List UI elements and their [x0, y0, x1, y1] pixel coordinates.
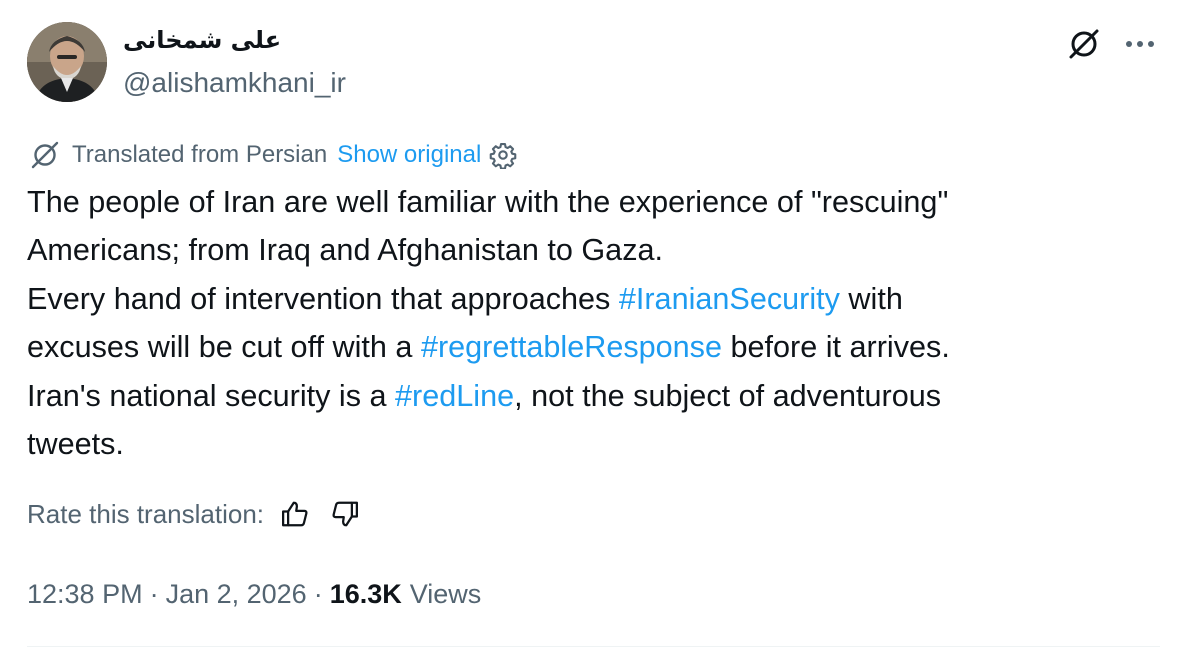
divider — [27, 646, 1160, 647]
thumbs-up-icon[interactable] — [280, 499, 310, 529]
translated-from-label: Translated from Persian — [72, 141, 328, 168]
rate-translation-label: Rate this translation: — [27, 498, 265, 529]
post-text-segment: with — [839, 281, 903, 316]
post-text-line: The people of Iran are well familiar wit… — [27, 178, 1147, 226]
avatar[interactable] — [27, 22, 107, 102]
translation-bar: Translated from Persian Show original — [30, 138, 517, 172]
separator-dot: · — [149, 578, 159, 609]
post: علی شمخانی @alishamkhani_ir Translated f… — [0, 0, 1190, 650]
show-original-link[interactable]: Show original — [337, 141, 481, 169]
post-text-segment: , not the subject of adventurous — [514, 378, 942, 413]
post-text: The people of Iran are well familiar wit… — [27, 178, 1147, 468]
post-text-line: tweets. — [27, 420, 1147, 468]
post-text-line: excuses will be cut off with a #regretta… — [27, 323, 1147, 371]
views-count: 16.3K — [329, 578, 402, 609]
post-text-line: Americans; from Iraq and Afghanistan to … — [27, 226, 1147, 274]
post-text-segment: tweets. — [27, 427, 124, 462]
more-button[interactable] — [1120, 24, 1160, 64]
post-text-segment: The people of Iran are well familiar wit… — [27, 185, 949, 219]
post-text-segment: Every hand of intervention that approach… — [27, 281, 619, 316]
translate-icon — [30, 140, 60, 170]
post-text-line: Iran's national security is a #redLine, … — [27, 372, 1147, 420]
thumbs-down-icon[interactable] — [330, 499, 360, 529]
post-time[interactable]: 12:38 PM — [27, 579, 143, 610]
rate-translation: Rate this translation: — [27, 496, 380, 532]
post-text-segment: Americans; from Iraq and Afghanistan to … — [27, 233, 664, 268]
author-handle[interactable]: @alishamkhani_ir — [123, 67, 346, 99]
post-text-segment: excuses will be cut off with a — [27, 330, 421, 365]
hashtag-link[interactable]: #regrettableResponse — [421, 330, 722, 364]
post-text-segment: before it arrives. — [722, 330, 950, 365]
hashtag-link[interactable]: #IranianSecurity — [619, 282, 840, 316]
post-text-segment: Iran's national security is a — [27, 378, 396, 413]
author-display-name[interactable]: علی شمخانی — [123, 26, 281, 54]
gear-icon[interactable] — [489, 141, 517, 169]
separator-dot: · — [313, 578, 323, 609]
post-text-line: Every hand of intervention that approach… — [27, 275, 1147, 323]
views-label: Views — [409, 578, 482, 609]
more-icon — [1125, 40, 1155, 48]
post-meta: 12:38 PM · Jan 2, 2026 · 16.3K Views — [27, 574, 481, 614]
post-date[interactable]: Jan 2, 2026 — [166, 579, 307, 610]
grok-button[interactable] — [1064, 24, 1104, 64]
grok-icon — [1067, 27, 1101, 61]
hashtag-link[interactable]: #redLine — [395, 379, 514, 413]
